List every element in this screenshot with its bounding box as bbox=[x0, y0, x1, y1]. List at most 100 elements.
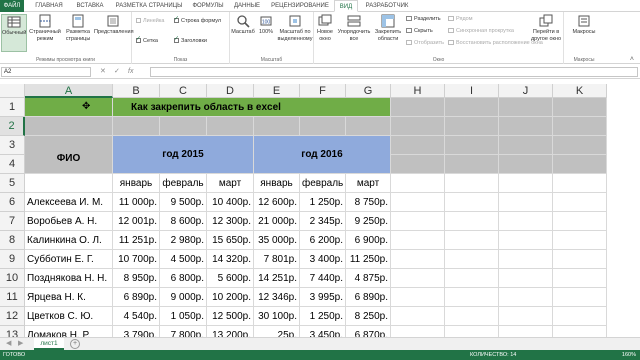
row-header-7[interactable]: 7 bbox=[0, 212, 25, 231]
cell-empty[interactable] bbox=[391, 326, 445, 337]
gridlines-checkbox[interactable]: Сетка bbox=[136, 36, 158, 45]
salary-cell[interactable]: 6 890р. bbox=[346, 288, 391, 307]
salary-cell[interactable]: 25р. bbox=[254, 326, 300, 337]
salary-cell[interactable]: 6 900р. bbox=[346, 231, 391, 250]
salary-cell[interactable]: 4 500р. bbox=[160, 250, 207, 269]
cell-r1-band[interactable] bbox=[445, 98, 499, 117]
cell-r1-band[interactable] bbox=[391, 98, 445, 117]
tab-data[interactable]: ДАННЫЕ bbox=[230, 0, 264, 12]
month-header[interactable]: март bbox=[346, 174, 391, 193]
year-2015-header[interactable]: год 2015 bbox=[113, 136, 254, 174]
column-header-d[interactable]: D bbox=[207, 84, 254, 98]
salary-cell[interactable]: 13 200р. bbox=[207, 326, 254, 337]
cell-r2-band[interactable] bbox=[160, 117, 207, 136]
row-header-4[interactable]: 4 bbox=[0, 155, 25, 174]
salary-cell[interactable]: 2 980р. bbox=[160, 231, 207, 250]
salary-cell[interactable]: 10 200р. bbox=[207, 288, 254, 307]
salary-cell[interactable]: 1 250р. bbox=[300, 307, 346, 326]
employee-name-cell[interactable]: Калинкина О. Л. bbox=[25, 231, 113, 250]
salary-cell[interactable]: 9 000р. bbox=[160, 288, 207, 307]
add-sheet-button[interactable]: + bbox=[70, 339, 80, 349]
column-header-j[interactable]: J bbox=[499, 84, 553, 98]
row-header-10[interactable]: 10 bbox=[0, 269, 25, 288]
column-header-c[interactable]: C bbox=[160, 84, 207, 98]
cell-empty[interactable] bbox=[445, 231, 499, 250]
cell-r3-band[interactable] bbox=[391, 136, 445, 155]
salary-cell[interactable]: 30 100р. bbox=[254, 307, 300, 326]
zoom-button[interactable]: Масштаб bbox=[230, 14, 256, 36]
cell-r1-band[interactable] bbox=[499, 98, 553, 117]
salary-cell[interactable]: 10 400р. bbox=[207, 193, 254, 212]
cell-a2[interactable] bbox=[25, 117, 113, 136]
salary-cell[interactable]: 14 320р. bbox=[207, 250, 254, 269]
employee-name-cell[interactable]: Ярцева Н. К. bbox=[25, 288, 113, 307]
formula-input[interactable] bbox=[150, 67, 638, 77]
cell-empty[interactable] bbox=[499, 250, 553, 269]
salary-cell[interactable]: 4 875р. bbox=[346, 269, 391, 288]
headings-checkbox[interactable]: Заголовки bbox=[174, 36, 207, 45]
row-header-12[interactable]: 12 bbox=[0, 307, 25, 326]
row-header-6[interactable]: 6 bbox=[0, 193, 25, 212]
cell-empty[interactable] bbox=[553, 231, 607, 250]
page-layout-view-button[interactable]: Разметка страницы bbox=[63, 14, 93, 42]
cell-empty[interactable] bbox=[553, 326, 607, 337]
new-window-button[interactable]: Новое окно bbox=[314, 14, 336, 42]
unhide-button[interactable]: Отобразить bbox=[406, 40, 444, 47]
month-header[interactable]: январь bbox=[254, 174, 300, 193]
salary-cell[interactable]: 1 250р. bbox=[300, 193, 346, 212]
salary-cell[interactable]: 3 450р. bbox=[300, 326, 346, 337]
salary-cell[interactable]: 3 400р. bbox=[300, 250, 346, 269]
cell-empty[interactable] bbox=[553, 212, 607, 231]
employee-name-cell[interactable]: Позднякова Н. Н. bbox=[25, 269, 113, 288]
cell-empty[interactable] bbox=[445, 288, 499, 307]
hide-button[interactable]: Скрыть bbox=[406, 28, 433, 35]
cell-r2-band[interactable] bbox=[553, 117, 607, 136]
zoom-to-selection-button[interactable]: Масштаб по выделенному bbox=[276, 14, 314, 42]
row-header-5[interactable]: 5 bbox=[0, 174, 25, 193]
salary-cell[interactable]: 8 250р. bbox=[346, 307, 391, 326]
salary-cell[interactable]: 5 600р. bbox=[207, 269, 254, 288]
cell-empty[interactable] bbox=[391, 288, 445, 307]
salary-cell[interactable]: 12 300р. bbox=[207, 212, 254, 231]
employee-name-cell[interactable]: Субботин Е. Г. bbox=[25, 250, 113, 269]
employee-name-cell[interactable]: Цветков С. Ю. bbox=[25, 307, 113, 326]
salary-cell[interactable]: 11 251р. bbox=[113, 231, 160, 250]
salary-cell[interactable]: 9 500р. bbox=[160, 193, 207, 212]
salary-cell[interactable]: 9 250р. bbox=[346, 212, 391, 231]
salary-cell[interactable]: 11 000р. bbox=[113, 193, 160, 212]
column-header-f[interactable]: F bbox=[300, 84, 346, 98]
salary-cell[interactable]: 14 251р. bbox=[254, 269, 300, 288]
sheet-title[interactable]: Как закрепить область в excel bbox=[113, 98, 391, 117]
salary-cell[interactable]: 8 950р. bbox=[113, 269, 160, 288]
salary-cell[interactable]: 7 800р. bbox=[160, 326, 207, 337]
tab-formulas[interactable]: ФОРМУЛЫ bbox=[188, 0, 228, 12]
tab-developer[interactable]: РАЗРАБОТЧИК bbox=[360, 0, 414, 12]
cell-empty[interactable] bbox=[445, 250, 499, 269]
cell-empty[interactable] bbox=[391, 193, 445, 212]
column-header-e[interactable]: E bbox=[254, 84, 300, 98]
cell-r2-band[interactable] bbox=[391, 117, 445, 136]
salary-cell[interactable]: 12 001р. bbox=[113, 212, 160, 231]
cell-empty[interactable] bbox=[445, 193, 499, 212]
salary-cell[interactable]: 6 800р. bbox=[160, 269, 207, 288]
collapse-ribbon-icon[interactable]: ˄ bbox=[630, 56, 634, 63]
row-header-8[interactable]: 8 bbox=[0, 231, 25, 250]
employee-name-cell[interactable]: Ломаков Н. Р. bbox=[25, 326, 113, 337]
tab-page-layout[interactable]: РАЗМЕТКА СТРАНИЦЫ bbox=[112, 0, 186, 12]
cell-r2-band[interactable] bbox=[207, 117, 254, 136]
column-header-i[interactable]: I bbox=[445, 84, 499, 98]
cell-empty[interactable] bbox=[553, 174, 607, 193]
zoom-100-button[interactable]: 100 100% bbox=[256, 14, 276, 36]
cell-empty[interactable] bbox=[391, 307, 445, 326]
cell-empty[interactable] bbox=[445, 212, 499, 231]
row-header-3[interactable]: 3 bbox=[0, 136, 25, 155]
column-header-a[interactable]: A bbox=[25, 84, 113, 98]
salary-cell[interactable]: 8 600р. bbox=[160, 212, 207, 231]
sync-scroll-button[interactable]: Синхронная прокрутка bbox=[448, 28, 514, 35]
salary-cell[interactable]: 6 870р. bbox=[346, 326, 391, 337]
cell-r1-band[interactable] bbox=[553, 98, 607, 117]
freeze-panes-button[interactable]: Закрепить области bbox=[372, 14, 404, 42]
view-side-by-side-button[interactable]: Рядом bbox=[448, 16, 473, 23]
month-header[interactable]: февраль bbox=[160, 174, 207, 193]
cell-empty[interactable] bbox=[499, 193, 553, 212]
